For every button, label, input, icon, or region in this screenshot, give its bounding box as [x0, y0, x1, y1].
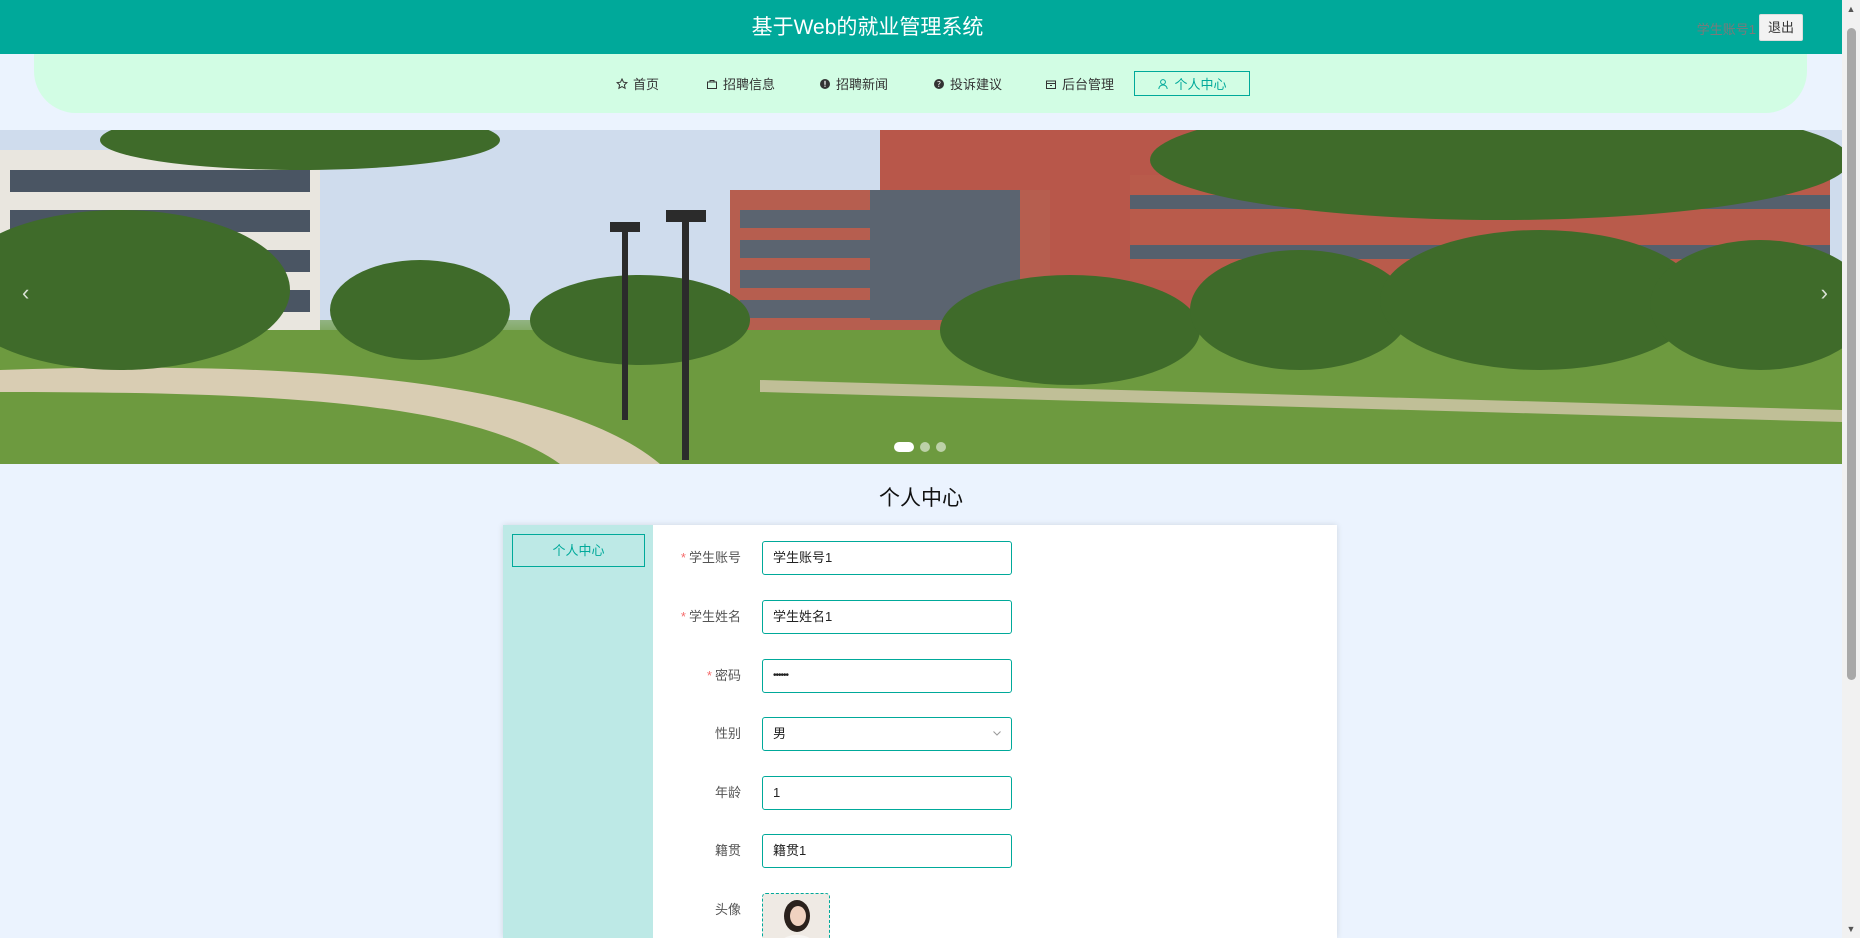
required-marker: *	[680, 550, 686, 565]
form-row-hometown: 籍贯 籍贯1	[653, 834, 1253, 868]
box-icon	[1046, 80, 1056, 89]
nav-item-jobs[interactable]: 招聘信息	[706, 71, 775, 96]
top-header: 基于Web的就业管理系统 学生账号1 退出	[0, 0, 1842, 54]
nav-item-personal-center[interactable]: 个人中心	[1134, 71, 1250, 96]
name-input[interactable]: 学生姓名1	[762, 600, 1012, 634]
banner-carousel[interactable]: ‹ ›	[0, 130, 1842, 464]
nav-item-label: 首页	[633, 77, 660, 92]
current-user-name: 学生账号1	[1696, 22, 1756, 37]
carousel-prev-button[interactable]: ‹	[22, 280, 29, 306]
form-row-password: * 密码 ••••••	[653, 659, 1253, 693]
nav-item-feedback[interactable]: ? 投诉建议	[933, 71, 1002, 96]
avatar-image	[763, 894, 829, 938]
info-icon	[820, 78, 830, 89]
svg-text:?: ?	[937, 80, 941, 89]
form-row-avatar: 头像	[653, 893, 1253, 938]
carousel-next-button[interactable]: ›	[1821, 280, 1828, 306]
field-label: 年龄	[714, 785, 741, 800]
nav-item-label: 后台管理	[1062, 77, 1115, 92]
field-label: 籍贯	[714, 843, 741, 858]
carousel-indicators	[894, 442, 946, 452]
required-marker: *	[680, 609, 686, 624]
main-nav: 首页 招聘信息 招聘新闻 ? 投诉建议 后台管理 个人中心	[34, 54, 1807, 113]
hometown-input[interactable]: 籍贯1	[762, 834, 1012, 868]
required-marker: *	[706, 668, 712, 683]
account-input[interactable]: 学生账号1	[762, 541, 1012, 575]
carousel-dot[interactable]	[936, 442, 946, 452]
field-label: 头像	[714, 902, 741, 917]
personal-center-panel: 个人中心 * 学生账号 学生账号1 * 学生姓名 学生姓名1 * 密码 •••••• …	[503, 525, 1337, 938]
scroll-up-arrow-icon[interactable]: ▲	[1846, 4, 1856, 14]
form-row-gender: 性别 男	[653, 717, 1253, 751]
carousel-dot[interactable]	[920, 442, 930, 452]
nav-item-home[interactable]: 首页	[616, 71, 659, 96]
page-title: 个人中心	[879, 487, 963, 510]
field-label: * 学生姓名	[680, 609, 741, 624]
age-input[interactable]: 1	[762, 776, 1012, 810]
nav-item-label: 个人中心	[1174, 77, 1227, 92]
carousel-dot[interactable]	[894, 442, 914, 452]
page-scrollbar[interactable]: ▲ ▼	[1842, 0, 1860, 938]
form-row-name: * 学生姓名 学生姓名1	[653, 600, 1253, 634]
user-icon	[1158, 78, 1169, 89]
question-icon: ?	[934, 78, 944, 89]
site-title: 基于Web的就业管理系统	[751, 16, 984, 39]
form-row-account: * 学生账号 学生账号1	[653, 541, 1253, 575]
nav-item-label: 招聘新闻	[836, 77, 889, 92]
nav-item-label: 投诉建议	[950, 77, 1003, 92]
sidebar-item-personal-center[interactable]: 个人中心	[512, 534, 645, 567]
field-label: * 密码	[706, 668, 741, 683]
password-input[interactable]: ••••••	[762, 659, 1012, 693]
nav-item-label: 招聘信息	[723, 77, 776, 92]
campus-banner-image	[0, 130, 1842, 464]
nav-item-admin[interactable]: 后台管理	[1045, 71, 1114, 96]
form-row-age: 年龄 1	[653, 776, 1253, 810]
gender-select-value: 男	[773, 726, 787, 741]
gender-select[interactable]: 男	[762, 717, 1012, 751]
field-label: * 学生账号	[680, 550, 741, 565]
logout-button[interactable]: 退出	[1759, 14, 1803, 41]
star-icon	[616, 77, 628, 89]
scroll-down-arrow-icon[interactable]: ▼	[1846, 924, 1856, 934]
scrollbar-thumb[interactable]	[1847, 28, 1856, 680]
panel-sidebar: 个人中心	[503, 525, 653, 938]
chevron-down-icon	[993, 731, 1001, 736]
nav-item-news[interactable]: 招聘新闻	[819, 71, 888, 96]
field-label: 性别	[714, 726, 741, 741]
avatar-upload[interactable]	[762, 893, 830, 938]
briefcase-icon	[707, 79, 717, 89]
